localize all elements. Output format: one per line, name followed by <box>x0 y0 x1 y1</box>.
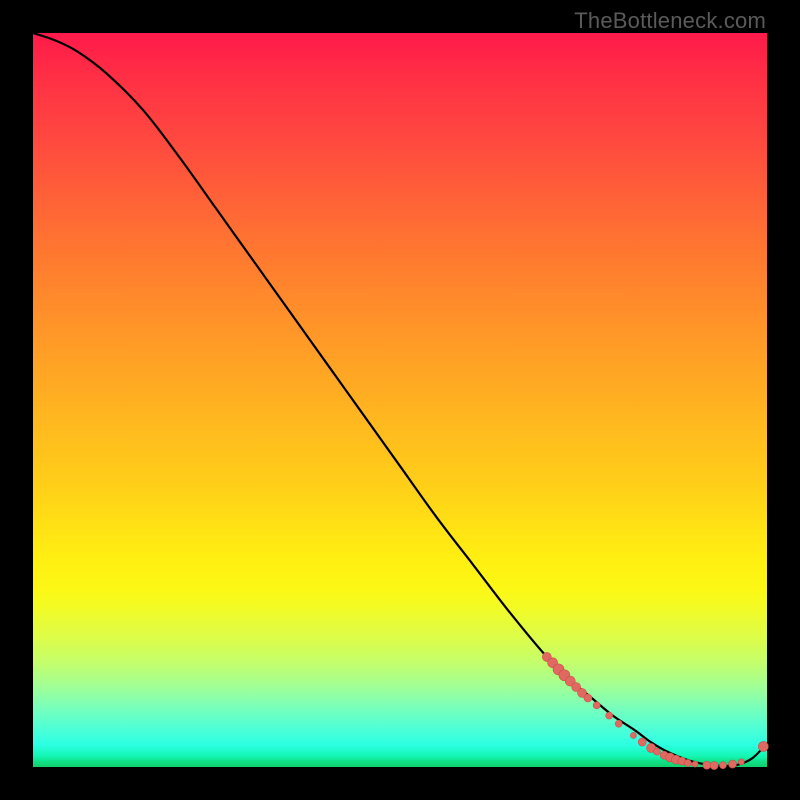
scatter-dot <box>738 759 744 765</box>
chart-frame: TheBottleneck.com <box>0 0 800 800</box>
watermark-text: TheBottleneck.com <box>574 8 766 34</box>
scatter-dot <box>710 762 718 770</box>
scatter-dot <box>593 702 600 709</box>
scatter-dot <box>758 741 768 751</box>
scatter-dot <box>729 760 737 768</box>
chart-svg <box>33 33 767 767</box>
scatter-dot <box>692 761 698 767</box>
bottleneck-curve <box>33 33 767 766</box>
scatter-dots <box>542 652 768 769</box>
scatter-dot <box>638 738 646 746</box>
scatter-dot <box>684 759 691 766</box>
scatter-dot <box>615 720 622 727</box>
plot-area <box>33 33 767 767</box>
scatter-dot <box>584 694 592 702</box>
scatter-dot <box>719 762 726 769</box>
scatter-dot <box>630 732 636 738</box>
scatter-dot <box>703 761 711 769</box>
scatter-dot <box>606 712 613 719</box>
scatter-dot <box>653 748 660 755</box>
